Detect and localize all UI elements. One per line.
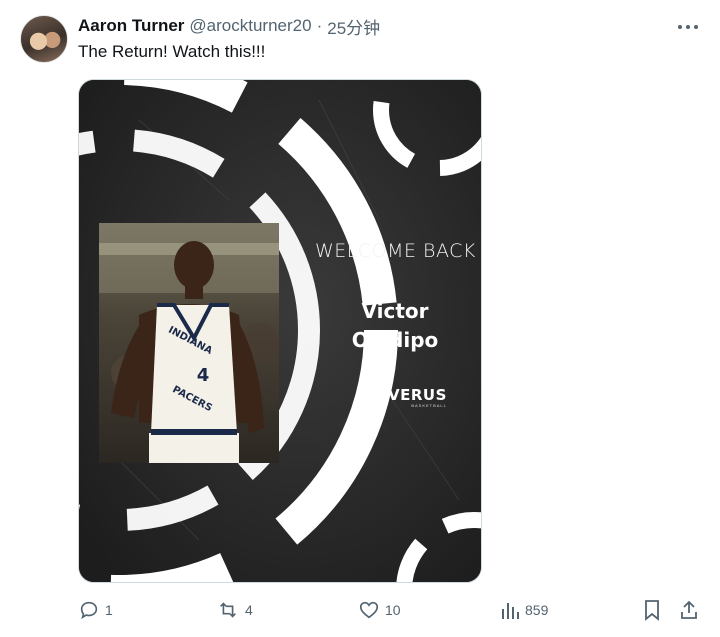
retweet-button[interactable]: 4 <box>216 596 253 624</box>
retweet-count: 4 <box>245 602 253 618</box>
tweet: Aaron Turner @arockturner20 · 25分钟 The R… <box>0 0 720 637</box>
tweet-text: The Return! Watch this!!! <box>78 42 266 61</box>
separator-dot: · <box>316 16 323 35</box>
author-name[interactable]: Aaron Turner <box>78 16 184 36</box>
verus-logo: VERUS BASKETBALL <box>357 383 447 413</box>
author-handle[interactable]: @arockturner20 <box>189 16 311 36</box>
share-icon <box>681 600 697 619</box>
verus-logo-mark-icon <box>357 385 383 411</box>
player-last-name: Oladipo <box>351 328 439 352</box>
svg-text:4: 4 <box>197 365 210 386</box>
action-bar: 1 4 10 859 <box>78 596 708 624</box>
avatar[interactable] <box>20 15 68 63</box>
welcome-headline: WELCOME BACK <box>315 240 476 262</box>
views-icon <box>502 603 519 619</box>
bookmark-button[interactable] <box>642 596 662 624</box>
logo-wordmark: VERUS <box>388 385 447 404</box>
more-icon[interactable] <box>675 17 701 37</box>
retweet-icon <box>220 602 236 618</box>
reply-icon <box>80 601 98 620</box>
like-icon <box>359 601 379 619</box>
player-first-name: Victor <box>361 299 429 323</box>
share-button[interactable] <box>678 596 700 624</box>
reply-count: 1 <box>105 602 113 618</box>
logo-subtext: BASKETBALL <box>411 402 447 408</box>
tweet-media-image[interactable]: INDIANA 4 PACERS WELCOME BACK Victor Ola… <box>78 79 482 583</box>
view-count: 859 <box>525 602 549 618</box>
reply-button[interactable]: 1 <box>78 596 113 624</box>
timestamp[interactable]: 25分钟 <box>327 14 380 39</box>
views-button[interactable]: 859 <box>500 596 548 624</box>
player-photo: INDIANA 4 PACERS <box>99 223 279 463</box>
bookmark-icon <box>645 600 659 621</box>
like-count: 10 <box>385 602 401 618</box>
tweet-header: Aaron Turner @arockturner20 · 25分钟 <box>78 14 380 38</box>
like-button[interactable]: 10 <box>358 596 401 624</box>
